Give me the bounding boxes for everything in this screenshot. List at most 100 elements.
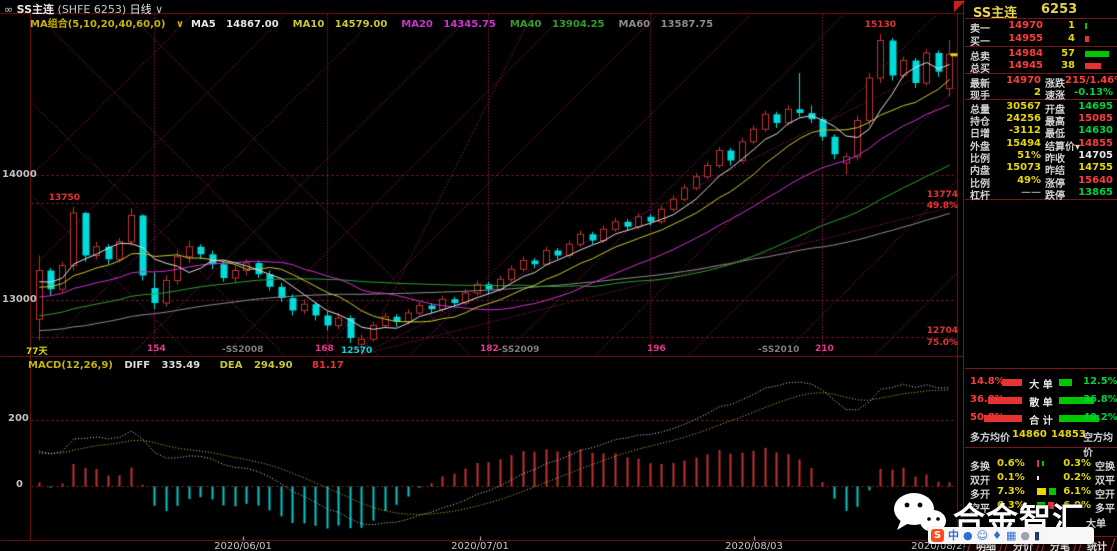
skin-icon[interactable]: ▮ <box>1034 529 1040 542</box>
contract-marker-label: 168 <box>315 344 334 354</box>
price-flag-label: 15130 <box>862 20 896 30</box>
panel-header: SS主连 6253 <box>965 1 1117 17</box>
flow-label: 合 计 <box>1025 412 1057 427</box>
quote-row-bar <box>1085 23 1087 29</box>
quote-row-qty: 38 <box>1047 60 1075 71</box>
macd-bar-value: 81.17 <box>312 360 344 371</box>
ma-name: MA20 <box>401 19 433 30</box>
ma-value: 13587.75 <box>661 19 714 30</box>
avg-price-row: 多方均价1486014853空方均价 <box>965 429 1117 441</box>
panel-left-border <box>963 0 964 551</box>
link-icon: ∞ <box>4 3 13 16</box>
ma-legend-item: MA20 14345.75 <box>401 19 503 30</box>
flow-left-bar <box>1002 379 1022 386</box>
quote-row-price: 14955 <box>993 33 1043 44</box>
watermark-overlay: 合金智汇 S中●☺♦▦●▮ <box>893 488 1117 550</box>
sogou-logo-icon[interactable]: S <box>931 529 944 542</box>
flow-right-bar <box>1059 379 1072 386</box>
kline-chart-canvas[interactable] <box>0 0 1117 551</box>
quote-row: 总卖1498457 <box>965 48 1117 60</box>
dot-icon[interactable]: ● <box>963 529 973 542</box>
stat-value: 14970 <box>995 75 1041 86</box>
quote-row-qty: 57 <box>1047 48 1075 59</box>
ma-settings-dropdown[interactable]: MA组合(5,10,20,40,60,0) <box>30 19 165 30</box>
stat-value: 51% <box>995 150 1041 161</box>
ma-name: MA60 <box>619 19 651 30</box>
quote-row-price: 14945 <box>993 60 1043 71</box>
quote-row-label: 买一 <box>970 33 990 48</box>
emoji-icon[interactable]: ☺ <box>977 529 988 542</box>
pos-center-bar <box>1042 461 1044 466</box>
stat-value: 14855 <box>1065 138 1113 149</box>
stat-value: 14695 <box>1065 101 1113 112</box>
pos-label: 双平 <box>1095 472 1115 487</box>
ma-legend-item: MA10 14579.00 <box>293 19 395 30</box>
flow-right-pct: 49.2% <box>1083 412 1113 423</box>
quote-row: 买一149554 <box>965 33 1117 45</box>
panel-divider <box>965 368 1117 369</box>
flow-row: 50.8%合 计49.2% <box>965 412 1117 424</box>
position-row: 多换0.6%0.3%空换 <box>965 458 1117 470</box>
quote-row-price: 14970 <box>993 20 1043 31</box>
contract-marker-label: 182 <box>480 344 499 354</box>
person-icon[interactable]: ● <box>1020 529 1030 542</box>
pos-value: 0.6% <box>997 458 1025 469</box>
stat-value: 15640 <box>1065 175 1113 186</box>
stat-row: 日增-3112最低14630 <box>965 125 1117 137</box>
pos-center-bar <box>1037 476 1039 480</box>
ma-value: 14345.75 <box>443 19 496 30</box>
avg-value: 14860 <box>1012 429 1047 440</box>
stat-value: 14705 <box>1065 150 1113 161</box>
chevron-down-icon[interactable]: ∨ <box>176 19 184 30</box>
avg-label: 多方均价 <box>970 429 1010 444</box>
quote-row-label: 总买 <box>970 60 990 75</box>
ime-toolbar: S中 ● ☺ ♦ ▦ ● ▮ <box>928 527 1094 544</box>
ma-value: 14579.00 <box>335 19 388 30</box>
quote-row-qty: 1 <box>1047 20 1075 31</box>
stat-value: 15085 <box>1065 113 1113 124</box>
flow-row: 14.8%大 单12.5% <box>965 376 1117 388</box>
mic-icon[interactable]: ♦ <box>992 529 1002 542</box>
stat-value: 49% <box>995 175 1041 186</box>
date-label: 2020/07/01 <box>440 541 520 551</box>
quote-row: 卖一149701 <box>965 20 1117 32</box>
stat-label: 杠杆 <box>970 187 990 202</box>
chinese-mode-icon[interactable]: 中 <box>948 529 959 542</box>
stat-value: 215/1.46% <box>1065 75 1113 86</box>
macd-axis-label: 0 <box>16 479 23 490</box>
stat-row: 比例49%涨停15640 <box>965 175 1117 187</box>
date-label: 2020/06/01 <box>203 541 283 551</box>
stat-row: 比例51%昨收14705 <box>965 150 1117 162</box>
contract-marker-label: -SS2009 <box>498 345 539 355</box>
ma-value: 13904.25 <box>552 19 605 30</box>
stat-value: 14755 <box>1065 162 1113 173</box>
flow-left-pct: 14.8% <box>970 376 1005 387</box>
stat-value: 14630 <box>1065 125 1113 136</box>
price-flag-label: 13750 <box>46 193 80 203</box>
ma-legend: MA组合(5,10,20,40,60,0) ∨MA5 14867.00MA10 … <box>30 15 727 30</box>
quote-row-bar <box>1085 51 1109 57</box>
flow-left-bar <box>984 415 1022 422</box>
stat-row: 内盘15073昨结14755 <box>965 162 1117 174</box>
stat-value: —— <box>995 187 1041 198</box>
contract-marker-label: 12570 <box>341 346 372 356</box>
stat-row: 最新14970涨跌215/1.46% <box>965 75 1117 87</box>
quote-row: 总买14945 38 <box>965 60 1117 72</box>
keyboard-icon[interactable]: ▦ <box>1006 529 1016 542</box>
ma-name: MA5 <box>191 19 216 30</box>
stat-value: 15073 <box>995 162 1041 173</box>
position-row: 双开0.1%0.2%双平 <box>965 472 1117 484</box>
macd-settings-dropdown[interactable]: MACD(12,26,9) <box>28 360 113 371</box>
stat-row: 总量30567开盘14695 <box>965 101 1117 113</box>
stat-row: 持仓24256最高15085 <box>965 113 1117 125</box>
macd-legend: MACD(12,26,9) DIFF 335.49 DEA 294.90 81.… <box>28 360 352 371</box>
flow-left-bar <box>988 397 1022 404</box>
price-flag-label: 13774 <box>924 190 958 200</box>
panel-divider <box>965 18 1117 19</box>
diff-value: DIFF 335.49 <box>124 360 208 371</box>
panel-code: 6253 <box>1041 2 1077 17</box>
flow-row: 36.0%散 单36.8% <box>965 394 1117 406</box>
flow-right-pct: 12.5% <box>1083 376 1113 387</box>
stat-value: -0.13% <box>1065 87 1113 98</box>
flow-label: 散 单 <box>1025 394 1057 409</box>
